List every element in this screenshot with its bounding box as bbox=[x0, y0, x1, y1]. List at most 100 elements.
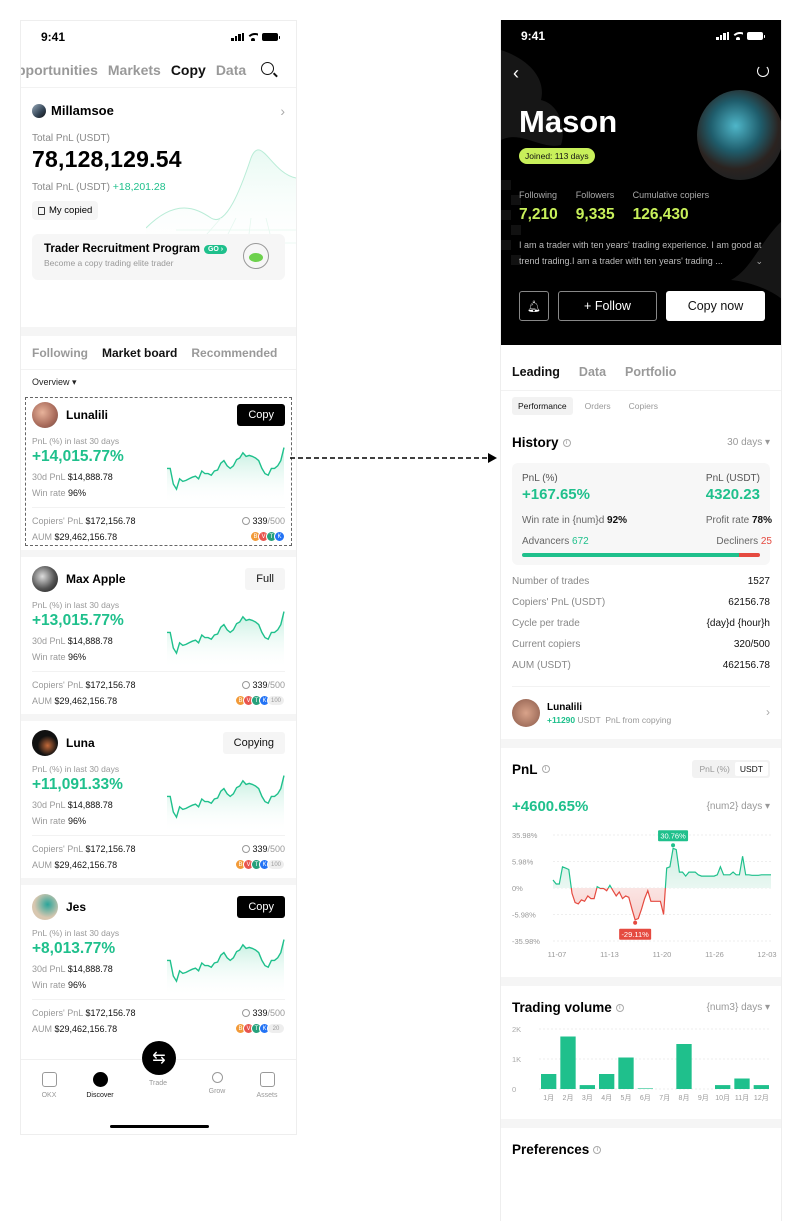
wallet-icon bbox=[259, 1072, 275, 1087]
y-tick-label: -5.98% bbox=[512, 911, 536, 920]
toggle-usdt[interactable]: USDT bbox=[734, 762, 768, 776]
tab-recommended[interactable]: Recommended bbox=[191, 346, 277, 360]
trader-card[interactable]: Max Apple Full PnL (%) in last 30 days +… bbox=[21, 557, 296, 714]
trader-action-button[interactable]: Copy bbox=[237, 404, 285, 426]
stat-following[interactable]: Following 7,210 bbox=[519, 190, 558, 224]
aum-value: $29,462,156.78 bbox=[54, 532, 118, 542]
top-copier-row[interactable]: Lunalili +11290 USDT PnL from copying › bbox=[512, 686, 770, 739]
top-nav: pportunities Markets Copy Data bbox=[21, 53, 296, 87]
info-icon[interactable]: i bbox=[541, 765, 550, 773]
home-icon bbox=[41, 1072, 57, 1087]
history-title: History bbox=[512, 435, 559, 450]
username[interactable]: Millamsoe bbox=[51, 103, 114, 118]
nav-opportunities[interactable]: pportunities bbox=[21, 62, 98, 78]
recruit-banner[interactable]: Trader Recruitment Program GO › Become a … bbox=[32, 234, 285, 280]
pnl-sparkline bbox=[167, 447, 285, 505]
x-tick-label: 11-07 bbox=[548, 950, 567, 959]
history-range-dropdown[interactable]: 30 days ▾ bbox=[727, 437, 770, 448]
pnl-30d-value: $14,888.78 bbox=[67, 472, 113, 482]
copy-now-button[interactable]: Copy now bbox=[666, 291, 765, 321]
trader-avatar bbox=[697, 90, 781, 180]
swap-icon[interactable]: ⇆ bbox=[142, 1041, 176, 1075]
trader-name: Max Apple bbox=[66, 572, 126, 586]
info-icon[interactable]: i bbox=[562, 438, 571, 447]
trader-card[interactable]: Lunalili Copy PnL (%) in last 30 days +1… bbox=[21, 393, 296, 550]
my-copied-button[interactable]: My copied bbox=[32, 201, 99, 220]
tab-leading[interactable]: Leading bbox=[512, 365, 560, 379]
user-avatar bbox=[32, 103, 46, 118]
coin-icons: BVTK bbox=[242, 531, 285, 542]
x-tick-label: 11月 bbox=[735, 1094, 749, 1102]
user-icon bbox=[242, 517, 251, 525]
y-tick-label: 1K bbox=[512, 1055, 521, 1064]
pnl-range-dropdown[interactable]: {num2} days ▾ bbox=[707, 801, 770, 812]
follow-button[interactable]: + Follow bbox=[558, 291, 657, 321]
trader-action-button[interactable]: Copy bbox=[237, 896, 285, 918]
trader-action-button[interactable]: Full bbox=[245, 568, 285, 590]
trader-bio: I am a trader with ten years' trading ex… bbox=[519, 240, 762, 266]
trader-card[interactable]: Jes Copy PnL (%) in last 30 days +8,013.… bbox=[21, 885, 296, 1042]
x-tick-label: 8月 bbox=[679, 1094, 690, 1102]
volume-chart: 2K 1K 0 1月 2月 3月 4月 5月 6月 7月 8月 9月 10月 11月 12月 bbox=[512, 1025, 771, 1102]
y-tick-label: 0 bbox=[512, 1085, 516, 1094]
stat-row: Copiers' PnL (USDT) 62156.78 bbox=[512, 597, 770, 608]
tab-assets[interactable]: Assets bbox=[247, 1072, 287, 1099]
tab-discover[interactable]: Discover bbox=[80, 1072, 120, 1099]
pill-performance[interactable]: Performance bbox=[512, 397, 573, 415]
pill-copiers[interactable]: Copiers bbox=[623, 397, 664, 415]
volume-bar bbox=[618, 1057, 634, 1089]
toggle-pct[interactable]: PnL (%) bbox=[694, 762, 734, 776]
tab-okx[interactable]: OKX bbox=[29, 1072, 69, 1099]
pnl-30d-value: $14,888.78 bbox=[67, 800, 113, 810]
stat-row: Current copiers 320/500 bbox=[512, 639, 770, 650]
nav-copy[interactable]: Copy bbox=[171, 62, 206, 78]
tab-grow[interactable]: Grow bbox=[197, 1072, 237, 1095]
chevron-right-icon[interactable]: › bbox=[280, 103, 285, 119]
copiers-count: 339 bbox=[252, 516, 268, 526]
x-tick-label: 11-13 bbox=[600, 950, 619, 959]
status-time: 9:41 bbox=[41, 30, 66, 44]
pnl-unit-toggle[interactable]: PnL (%) USDT bbox=[692, 760, 770, 778]
advancers-decliners-bar bbox=[522, 553, 760, 557]
pnl-usdt-label: PnL (USDT) bbox=[705, 473, 760, 484]
recruit-title: Trader Recruitment Program bbox=[44, 243, 200, 255]
tab-following[interactable]: Following bbox=[32, 346, 88, 360]
discover-screen: 9:41 pportunities Markets Copy Data Mill… bbox=[20, 20, 297, 1135]
trader-action-button[interactable]: Copying bbox=[222, 732, 285, 754]
info-icon[interactable]: i bbox=[593, 1145, 602, 1154]
tab-market-board[interactable]: Market board bbox=[102, 346, 177, 360]
copiers-count: 339 bbox=[252, 1008, 268, 1018]
chevron-right-icon[interactable]: › bbox=[766, 705, 770, 719]
stat-followers[interactable]: Followers 9,335 bbox=[576, 190, 615, 224]
expand-chevron-icon[interactable]: ⌄ bbox=[755, 256, 763, 267]
aum-value: $29,462,156.78 bbox=[54, 1024, 118, 1034]
tab-portfolio[interactable]: Portfolio bbox=[625, 365, 676, 379]
pill-orders[interactable]: Orders bbox=[579, 397, 617, 415]
search-icon[interactable] bbox=[261, 62, 274, 75]
x-tick-label: 3月 bbox=[582, 1094, 593, 1102]
volume-range-dropdown[interactable]: {num3} days ▾ bbox=[707, 1002, 770, 1013]
board-tabs: Following Market board Recommended bbox=[21, 336, 296, 370]
max-point bbox=[671, 843, 676, 848]
stats-list: Number of trades 1527 Copiers' PnL (USDT) 6… bbox=[501, 565, 781, 676]
y-tick-label: 2K bbox=[512, 1025, 521, 1034]
volume-title: Trading volume bbox=[512, 1000, 612, 1015]
nav-data[interactable]: Data bbox=[216, 62, 246, 78]
battery-icon bbox=[262, 33, 280, 41]
winrate-value: 96% bbox=[68, 816, 87, 826]
trader-name: Luna bbox=[66, 736, 95, 750]
tab-data[interactable]: Data bbox=[579, 365, 606, 379]
pnl-title: PnL bbox=[512, 761, 538, 777]
trader-card[interactable]: Luna Copying PnL (%) in last 30 days +11… bbox=[21, 721, 296, 878]
pnl-pct-value: +167.65% bbox=[522, 486, 590, 503]
notify-bell-button[interactable]: 🔔︎ bbox=[519, 291, 549, 321]
share-icon[interactable] bbox=[757, 65, 769, 77]
info-icon[interactable]: i bbox=[615, 1003, 624, 1012]
nav-markets[interactable]: Markets bbox=[108, 62, 161, 78]
copier-name: Lunalili bbox=[547, 701, 582, 713]
tab-trade[interactable]: Trade bbox=[138, 1080, 178, 1087]
x-tick-label: 9月 bbox=[698, 1094, 709, 1102]
back-icon[interactable]: ‹ bbox=[513, 63, 519, 84]
overview-dropdown[interactable]: Overview ▾ bbox=[21, 370, 296, 393]
x-tick-label: 6月 bbox=[640, 1094, 651, 1102]
